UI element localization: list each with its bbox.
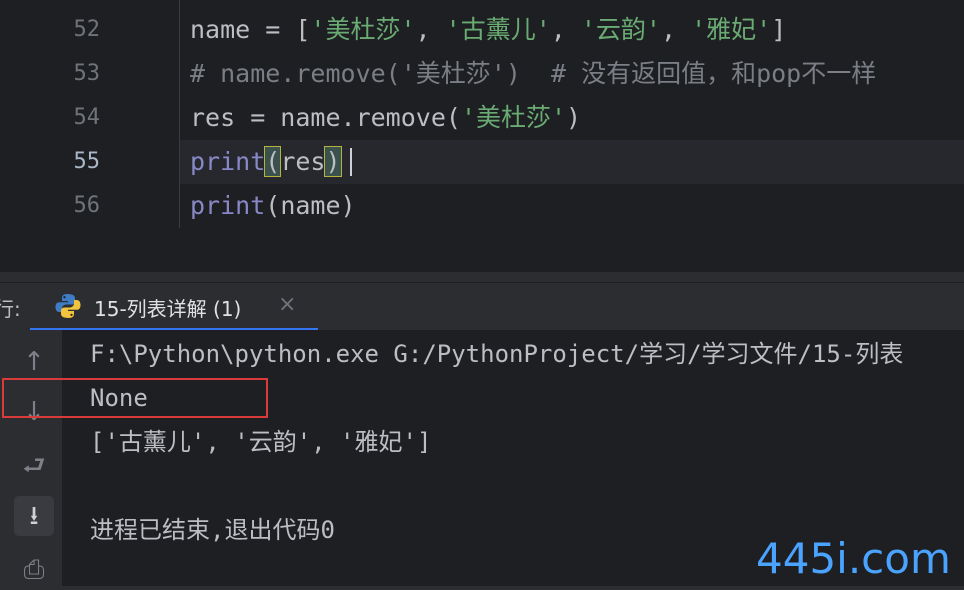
code-token: , bbox=[660, 15, 692, 44]
tab-title: 15-列表详解 (1) bbox=[94, 297, 242, 321]
code-line-56[interactable]: print(name) bbox=[190, 184, 356, 228]
console-exit-message: 进程已结束,退出代码0 bbox=[90, 516, 335, 544]
code-token: (name) bbox=[265, 191, 356, 220]
code-token: res = name.remove( bbox=[190, 103, 461, 132]
gutter-divider bbox=[179, 0, 180, 228]
line-number: 56 bbox=[73, 193, 101, 218]
string-literal: '云韵' bbox=[580, 15, 661, 44]
code-token: , bbox=[415, 15, 446, 44]
run-toolbar: ↑ ↓ ⮐ ⭳ ⎙ bbox=[0, 330, 62, 586]
string-literal: '雅妃' bbox=[691, 15, 772, 44]
soft-wrap-icon[interactable]: ⮐ bbox=[14, 446, 54, 486]
code-token: ] bbox=[771, 15, 787, 44]
line-number: 52 bbox=[73, 17, 101, 42]
text-caret bbox=[350, 148, 352, 176]
run-tool-window-header: 行: 15-列表详解 (1) × bbox=[0, 282, 964, 331]
close-icon[interactable]: × bbox=[278, 292, 296, 317]
code-token: ) bbox=[566, 103, 582, 132]
print-icon[interactable]: ⎙ bbox=[14, 550, 54, 590]
code-line-55[interactable]: print(res) bbox=[190, 140, 342, 184]
code-token: res bbox=[280, 147, 326, 176]
paren-match-close: ) bbox=[324, 146, 342, 177]
run-tab[interactable]: 15-列表详解 (1) × bbox=[30, 283, 318, 331]
line-number: 53 bbox=[73, 61, 101, 86]
builtin-print: print bbox=[190, 191, 266, 220]
editor-empty-area[interactable] bbox=[0, 228, 964, 272]
scroll-to-end-icon[interactable]: ⭳ bbox=[14, 496, 54, 536]
python-icon bbox=[55, 294, 81, 318]
code-editor[interactable]: 52 53 54 55 56 name = ['美杜莎', '古薰儿', '云韵… bbox=[0, 0, 964, 272]
builtin-print: print bbox=[190, 147, 266, 176]
code-line-53-comment[interactable]: # name.remove('美杜莎') # 没有返回值，和pop不一样 bbox=[190, 52, 876, 96]
watermark: 445i.com bbox=[756, 534, 951, 583]
line-number-gutter: 52 53 54 55 56 bbox=[0, 0, 180, 228]
run-label: 行: bbox=[0, 297, 21, 321]
arrow-up-icon[interactable]: ↑ bbox=[14, 342, 54, 382]
paren-match-open: ( bbox=[264, 146, 282, 177]
line-number: 54 bbox=[73, 105, 101, 130]
code-line-54[interactable]: res = name.remove('美杜莎') bbox=[190, 96, 581, 140]
code-line-52[interactable]: name = ['美杜莎', '古薰儿', '云韵', '雅妃'] bbox=[190, 8, 786, 52]
highlight-annotation-box bbox=[2, 378, 268, 418]
console-command-line: F:\Python\python.exe G:/PythonProject/学习… bbox=[90, 340, 904, 368]
string-literal: '美杜莎' bbox=[310, 15, 416, 44]
string-literal: '古薰儿' bbox=[445, 15, 551, 44]
code-token: name = [ bbox=[190, 15, 311, 44]
code-token: , bbox=[550, 15, 581, 44]
string-literal: '美杜莎' bbox=[460, 103, 567, 132]
console-output-list: ['古薰儿', '云韵', '雅妃'] bbox=[90, 428, 432, 456]
line-number-current: 55 bbox=[73, 149, 101, 174]
